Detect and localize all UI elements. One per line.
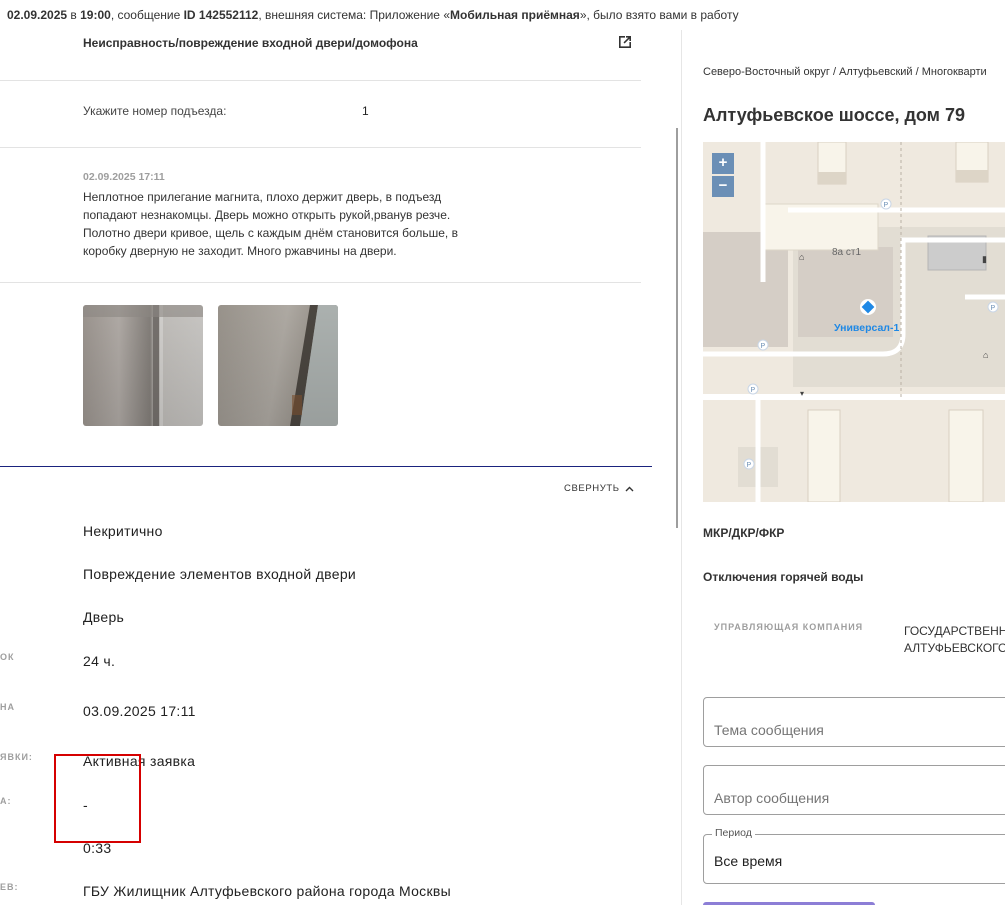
entrance-value: 1 bbox=[362, 104, 369, 118]
highlight-box bbox=[54, 754, 141, 843]
chevron-up-icon bbox=[625, 486, 634, 491]
svg-text:▮: ▮ bbox=[982, 254, 987, 264]
map-zoom-controls: + − bbox=[712, 153, 734, 197]
attachment-photo-1[interactable] bbox=[83, 305, 203, 426]
svg-text:P: P bbox=[751, 387, 756, 394]
defect-value: Повреждение элементов входной двери bbox=[83, 566, 357, 582]
address-title: Алтуфьевское шоссе, дом 79 bbox=[703, 105, 966, 125]
request-topic: Неисправность/повреждение входной двери/… bbox=[83, 36, 418, 50]
mkr-link[interactable]: МКР/ДКР/ФКР bbox=[703, 526, 784, 540]
svg-text:P: P bbox=[884, 202, 889, 209]
management-company-value: ГОСУДАРСТВЕНН АЛТУФЬЕВСКОГО bbox=[904, 624, 1005, 655]
notification-bar: 02.09.2025 в 19:00, сообщение ID 1425521… bbox=[7, 8, 739, 22]
map-poi-label[interactable]: Универсал-1 bbox=[834, 322, 899, 334]
due-date-value: 03.09.2025 17:11 bbox=[83, 703, 196, 719]
divider bbox=[0, 282, 641, 283]
section-divider bbox=[0, 466, 652, 467]
scrollbar[interactable] bbox=[676, 128, 678, 528]
attachment-photo-2[interactable] bbox=[218, 305, 338, 426]
collapse-button[interactable]: СВЕРНУТЬ bbox=[564, 483, 634, 494]
subject-input[interactable] bbox=[703, 697, 1005, 747]
svg-text:⌂: ⌂ bbox=[799, 252, 804, 262]
svg-text:▾: ▾ bbox=[800, 389, 804, 398]
map-building-label: 8а ст1 bbox=[832, 247, 862, 258]
entrance-label: Укажите номер подъезда: bbox=[83, 104, 227, 118]
breadcrumb: Северо-Восточный округ / Алтуфьевский / … bbox=[703, 66, 987, 78]
notification-time: 19:00 bbox=[80, 8, 111, 22]
zoom-out-button[interactable]: − bbox=[712, 176, 734, 197]
map[interactable]: P P P P P ⌂ ⌂ ▮ ▾ 8а ст1 Универсал-1 + − bbox=[703, 142, 1005, 502]
svg-text:P: P bbox=[991, 305, 996, 312]
comment-date: 02.09.2025 17:11 bbox=[83, 171, 165, 183]
external-system-name: Мобильная приёмная bbox=[450, 8, 580, 22]
author-input[interactable] bbox=[703, 765, 1005, 815]
divider bbox=[0, 80, 641, 81]
criticality-value: Некритично bbox=[83, 523, 163, 539]
management-company-label: УПРАВЛЯЮЩАЯ КОМПАНИЯ bbox=[714, 622, 864, 632]
field-label: А: bbox=[0, 796, 12, 806]
message-id: ID 142552112 bbox=[183, 8, 259, 22]
object-value: Дверь bbox=[83, 609, 125, 625]
svg-text:P: P bbox=[761, 343, 766, 350]
divider bbox=[0, 147, 641, 148]
open-external-icon[interactable] bbox=[617, 34, 633, 50]
due-date-label: НА bbox=[0, 702, 15, 712]
request-details-panel: Неисправность/повреждение входной двери/… bbox=[0, 30, 680, 905]
executor-label: ЕВ: bbox=[0, 882, 19, 892]
svg-text:⌂: ⌂ bbox=[983, 350, 988, 360]
period-label: Период bbox=[712, 827, 755, 839]
deadline-value: 24 ч. bbox=[83, 653, 116, 669]
period-select[interactable]: Период Все время bbox=[703, 827, 1005, 884]
status-label: ЯВКИ: bbox=[0, 752, 33, 762]
notification-date: 02.09.2025 bbox=[7, 8, 68, 22]
zoom-in-button[interactable]: + bbox=[712, 153, 734, 174]
comment-text: Неплотное прилегание магнита, плохо держ… bbox=[83, 190, 458, 258]
hot-water-link[interactable]: Отключения горячей воды bbox=[703, 570, 863, 584]
svg-text:P: P bbox=[747, 462, 752, 469]
address-panel: Северо-Восточный округ / Алтуфьевский / … bbox=[682, 30, 1005, 905]
period-value: Все время bbox=[714, 853, 783, 869]
executor-value: ГБУ Жилищник Алтуфьевского района города… bbox=[83, 883, 452, 899]
deadline-label: ОК bbox=[0, 652, 15, 662]
